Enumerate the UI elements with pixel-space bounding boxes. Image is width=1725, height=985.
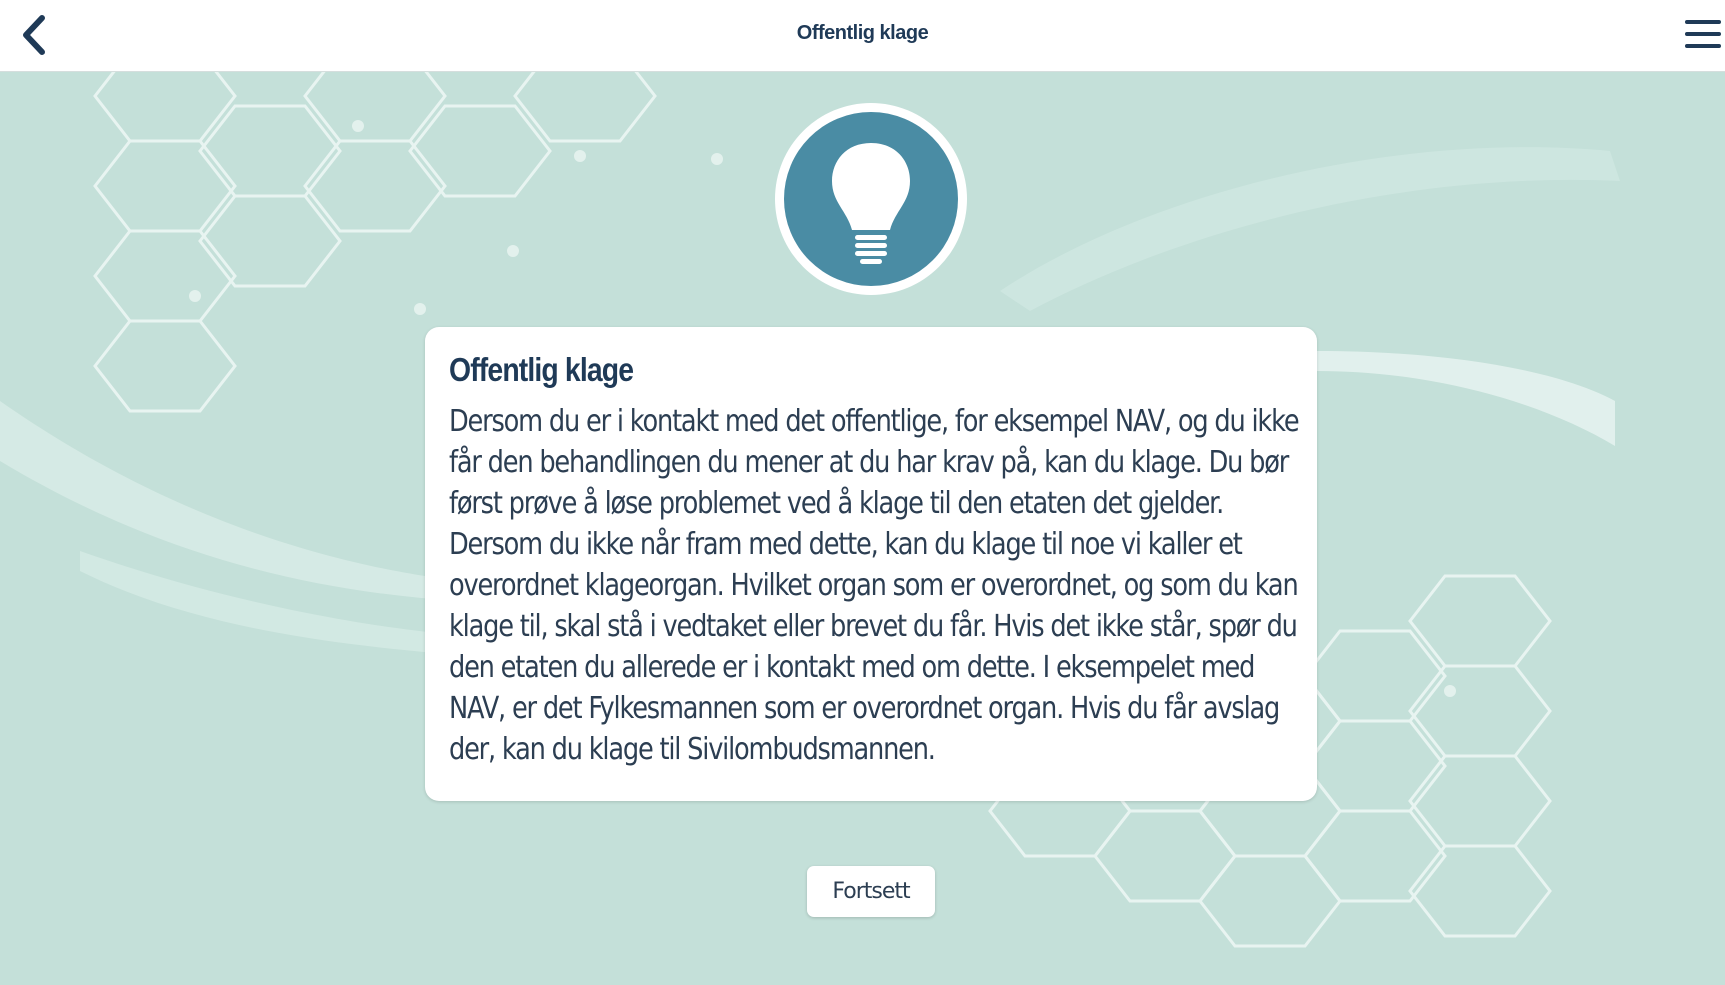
card-body-text: Dersom du er i kontakt med det offentlig… [449, 404, 1300, 767]
info-card: Offentlig klage Dersom du er i kontakt m… [425, 327, 1317, 801]
card-title: Offentlig klage [449, 351, 634, 388]
continue-button[interactable]: Fortsett [807, 866, 935, 917]
menu-button[interactable] [1685, 18, 1725, 52]
hamburger-menu-icon [1685, 20, 1721, 48]
page-title: Offentlig klage [796, 22, 929, 44]
lightbulb-icon [832, 143, 910, 264]
top-bar: Offentlig klage [0, 0, 1725, 72]
tip-badge [775, 103, 967, 295]
